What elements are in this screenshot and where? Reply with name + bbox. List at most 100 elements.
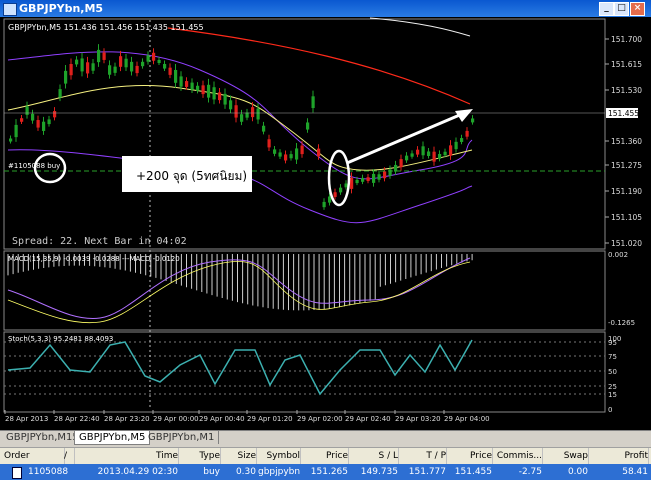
order-commission: -2.75 — [518, 467, 542, 477]
time-tick-label: 29 Apr 00:40 — [199, 415, 245, 423]
chart-background — [0, 17, 651, 430]
candle-body — [102, 52, 106, 60]
stoch-tick-label: 25 — [608, 383, 617, 391]
candle-body — [163, 63, 167, 69]
stoch-tick-label: 0 — [608, 406, 612, 414]
col-profit[interactable]: Profit — [590, 448, 649, 464]
col-swap[interactable]: Swap — [544, 448, 589, 464]
order-swap: 0.00 — [567, 467, 588, 477]
candle-body — [322, 201, 326, 208]
close-button[interactable]: × — [630, 2, 645, 16]
candle-body — [399, 159, 403, 168]
candle-body — [273, 149, 277, 154]
col-commission[interactable]: Commis... — [494, 448, 543, 464]
candle-body — [14, 124, 18, 138]
order-sl: 149.735 — [360, 467, 398, 477]
candle-body — [262, 125, 266, 132]
candle-body — [421, 146, 425, 156]
candle-body — [91, 63, 95, 71]
current-price-label: 151.455 — [608, 109, 639, 118]
stoch-tick-label: 50 — [608, 368, 617, 376]
candle-body — [36, 120, 40, 128]
window-title: GBPJPYbn,M5 — [19, 2, 104, 15]
time-tick-label: 28 Apr 23:20 — [104, 415, 150, 423]
chart-tabs: GBPJPYbn,M15 GBPJPYbn,M5 GBPJPYbn,M1 — [0, 430, 651, 446]
order-tp: 151.777 — [408, 467, 446, 477]
candle-body — [460, 138, 464, 142]
candle-body — [278, 152, 282, 157]
candle-body — [295, 148, 299, 160]
candle-body — [196, 85, 200, 91]
col-order[interactable]: Order — [0, 448, 65, 464]
macd-label: MACD(15,35,9) -0.0039 -0.0288 ---MACD -0… — [8, 255, 180, 263]
candle-body — [207, 84, 211, 98]
candle-body — [229, 100, 233, 110]
chart-area[interactable]: 151.700 151.615 151.530 151.360 151.275 151.1… — [0, 17, 651, 430]
trade-row[interactable]: 1105088 2013.04.29 02:30 buy 0.30 gbpjpy… — [0, 464, 651, 480]
candle-body — [223, 93, 227, 105]
col-type[interactable]: Type — [180, 448, 221, 464]
price-tick-label: 151.020 — [611, 239, 642, 248]
candle-body — [146, 55, 150, 62]
chart-window-icon — [3, 3, 17, 16]
col-price[interactable]: Price — [448, 448, 493, 464]
candle-body — [97, 49, 101, 63]
stoch-tick-label: 75 — [608, 353, 617, 361]
col-tp[interactable]: T / P — [400, 448, 447, 464]
time-tick-label: 29 Apr 02:40 — [345, 415, 391, 423]
candle-body — [80, 58, 84, 72]
stoch-label: Stoch(5,3,3) 95.2481 88.4093 — [8, 335, 113, 343]
candle-body — [20, 118, 24, 122]
price-tick-label: 151.615 — [611, 60, 642, 69]
candle-body — [25, 106, 29, 115]
candle-body — [333, 192, 337, 197]
candle-body — [300, 145, 304, 155]
order-type: buy — [203, 467, 220, 477]
maximize-button[interactable]: □ — [614, 2, 629, 16]
candle-body — [388, 169, 392, 176]
col-open-price[interactable]: Price — [302, 448, 349, 464]
candle-body — [9, 138, 13, 142]
candle-body — [432, 151, 436, 162]
candle-body — [366, 177, 370, 182]
candle-body — [212, 87, 216, 100]
annotation-text: +200 จุด (5ทศนิยม) — [136, 169, 247, 184]
candle-body — [449, 145, 453, 156]
candle-body — [141, 61, 145, 67]
order-icon — [12, 467, 22, 479]
candle-body — [190, 82, 194, 90]
price-tick-label: 151.700 — [611, 35, 642, 44]
col-symbol[interactable]: Symbol — [258, 448, 301, 464]
minimize-button[interactable]: _ — [599, 2, 614, 16]
candle-body — [339, 187, 343, 193]
candle-body — [267, 139, 271, 148]
tab-gbpjpy-m5[interactable]: GBPJPYbn,M5 — [74, 431, 151, 445]
stoch-tick-label: 15 — [608, 391, 617, 399]
chart-canvas[interactable]: 151.700 151.615 151.530 151.360 151.275 151.1… — [0, 17, 651, 430]
candle-body — [53, 111, 57, 118]
candle-body — [86, 62, 90, 74]
candle-body — [251, 107, 255, 118]
order-line-label: #1105088 buy — [8, 162, 60, 170]
candle-body — [438, 153, 442, 159]
col-time[interactable]: Time — [74, 448, 179, 464]
order-size: 0.30 — [235, 467, 256, 477]
candle-body — [113, 66, 117, 73]
stoch-tick-label: 95 — [608, 339, 617, 347]
candle-body — [42, 121, 46, 131]
order-current-price: 151.455 — [454, 467, 492, 477]
order-profit: 58.41 — [622, 467, 648, 477]
candle-body — [179, 76, 183, 87]
candle-body — [355, 179, 359, 184]
time-tick-label: 29 Apr 04:00 — [444, 415, 490, 423]
tab-gbpjpy-m1[interactable]: GBPJPYbn,M1 — [144, 431, 220, 444]
col-size[interactable]: Size — [222, 448, 257, 464]
candle-body — [465, 130, 469, 137]
chart-header-label: GBPJPYbn,M5 151.436 151.456 151.435 151.… — [8, 23, 204, 32]
tab-gbpjpy-m15[interactable]: GBPJPYbn,M15 — [2, 431, 84, 444]
candle-body — [317, 148, 321, 157]
col-sl[interactable]: S / L — [350, 448, 399, 464]
candle-body — [361, 177, 365, 182]
macd-tick-label: 0.002 — [608, 251, 628, 259]
candle-body — [64, 70, 68, 84]
